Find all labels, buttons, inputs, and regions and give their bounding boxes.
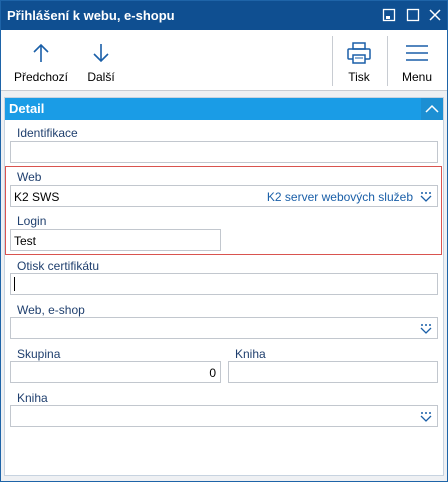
next-label: Další — [87, 70, 115, 84]
login-label: Login — [17, 214, 47, 228]
skupina-field[interactable]: 0 — [10, 361, 221, 383]
restore-icon[interactable] — [379, 5, 399, 25]
arrow-down-icon — [92, 38, 110, 68]
previous-label: Předchozí — [13, 70, 69, 84]
kniha-select[interactable] — [10, 405, 438, 427]
skupina-label: Skupina — [17, 347, 61, 361]
hamburger-icon — [405, 38, 429, 68]
toolbar-separator — [332, 36, 333, 86]
window-title: Přihlášení k webu, e-shopu — [7, 8, 175, 23]
toolbar-separator — [387, 36, 388, 86]
dialog-window: Přihlášení k webu, e-shopu Předchozí Dal… — [0, 0, 448, 482]
identifikace-label: Identifikace — [17, 126, 78, 140]
toolbar: Předchozí Další Tisk Menu — [1, 30, 447, 91]
close-icon[interactable] — [425, 5, 445, 25]
dropdown-icon[interactable] — [419, 190, 433, 204]
previous-button[interactable]: Předchozí — [9, 30, 73, 90]
skupina-value: 0 — [209, 366, 216, 380]
menu-label: Menu — [401, 70, 433, 84]
section-title: Detail — [9, 101, 45, 116]
kniha-label: Kniha — [235, 347, 266, 361]
web-value: K2 SWS — [14, 190, 60, 204]
dropdown-icon[interactable] — [419, 322, 433, 336]
web-eshop-label: Web, e-shop — [17, 303, 85, 317]
title-bar: Přihlášení k webu, e-shopu — [1, 1, 447, 30]
print-label: Tisk — [348, 70, 370, 84]
web-description: K2 server webových služeb — [266, 190, 413, 204]
login-field[interactable]: Test — [10, 229, 221, 251]
web-label: Web — [17, 170, 42, 184]
printer-icon — [346, 38, 372, 68]
web-select[interactable]: K2 SWS K2 server webových služeb — [10, 185, 438, 207]
print-button[interactable]: Tisk — [337, 30, 381, 90]
login-value: Test — [14, 234, 37, 248]
arrow-up-icon — [32, 38, 50, 68]
identifikace-field[interactable] — [10, 141, 438, 163]
otisk-label: Otisk certifikátu — [17, 259, 100, 273]
detail-header[interactable]: Detail — [5, 98, 443, 120]
maximize-icon[interactable] — [403, 5, 423, 25]
web-eshop-select[interactable] — [10, 317, 438, 339]
kniha-field[interactable] — [228, 361, 438, 383]
menu-button[interactable]: Menu — [393, 30, 441, 90]
dropdown-icon[interactable] — [419, 410, 433, 424]
text-caret — [14, 277, 15, 291]
chevron-up-icon[interactable] — [421, 98, 443, 120]
kniha-select-label: Kniha — [17, 391, 48, 405]
otisk-field[interactable] — [10, 273, 438, 295]
next-button[interactable]: Další — [81, 30, 121, 90]
